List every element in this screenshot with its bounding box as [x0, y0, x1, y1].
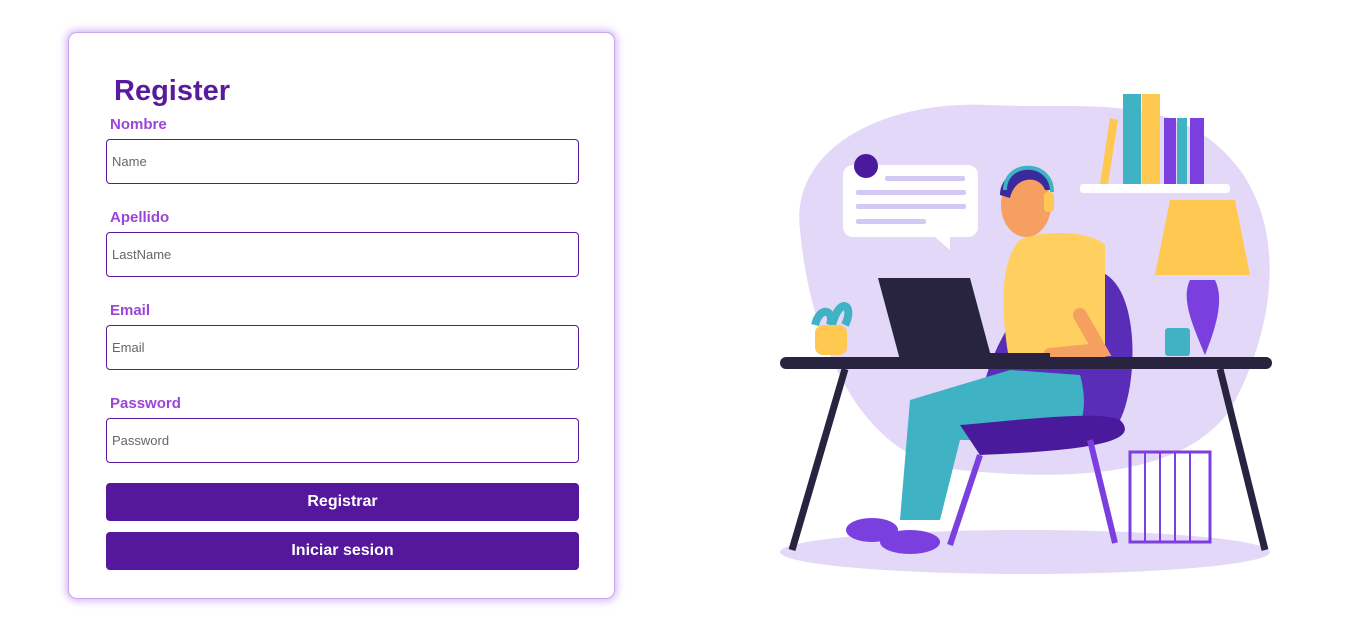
name-input[interactable]	[106, 139, 579, 184]
apellido-label: Apellido	[110, 209, 170, 226]
page-title: Register	[114, 75, 231, 107]
password-label: Password	[110, 395, 181, 412]
email-label: Email	[110, 302, 151, 319]
person-with-headset-at-laptop-icon	[780, 94, 1272, 574]
lastname-input[interactable]	[106, 232, 579, 277]
register-button[interactable]: Registrar	[106, 483, 579, 521]
login-button[interactable]: Iniciar sesion	[106, 532, 579, 570]
password-input[interactable]	[106, 418, 579, 463]
nombre-label: Nombre	[110, 116, 167, 133]
email-input[interactable]	[106, 325, 579, 370]
register-card: Register Nombre Apellido Email Password …	[68, 32, 615, 599]
